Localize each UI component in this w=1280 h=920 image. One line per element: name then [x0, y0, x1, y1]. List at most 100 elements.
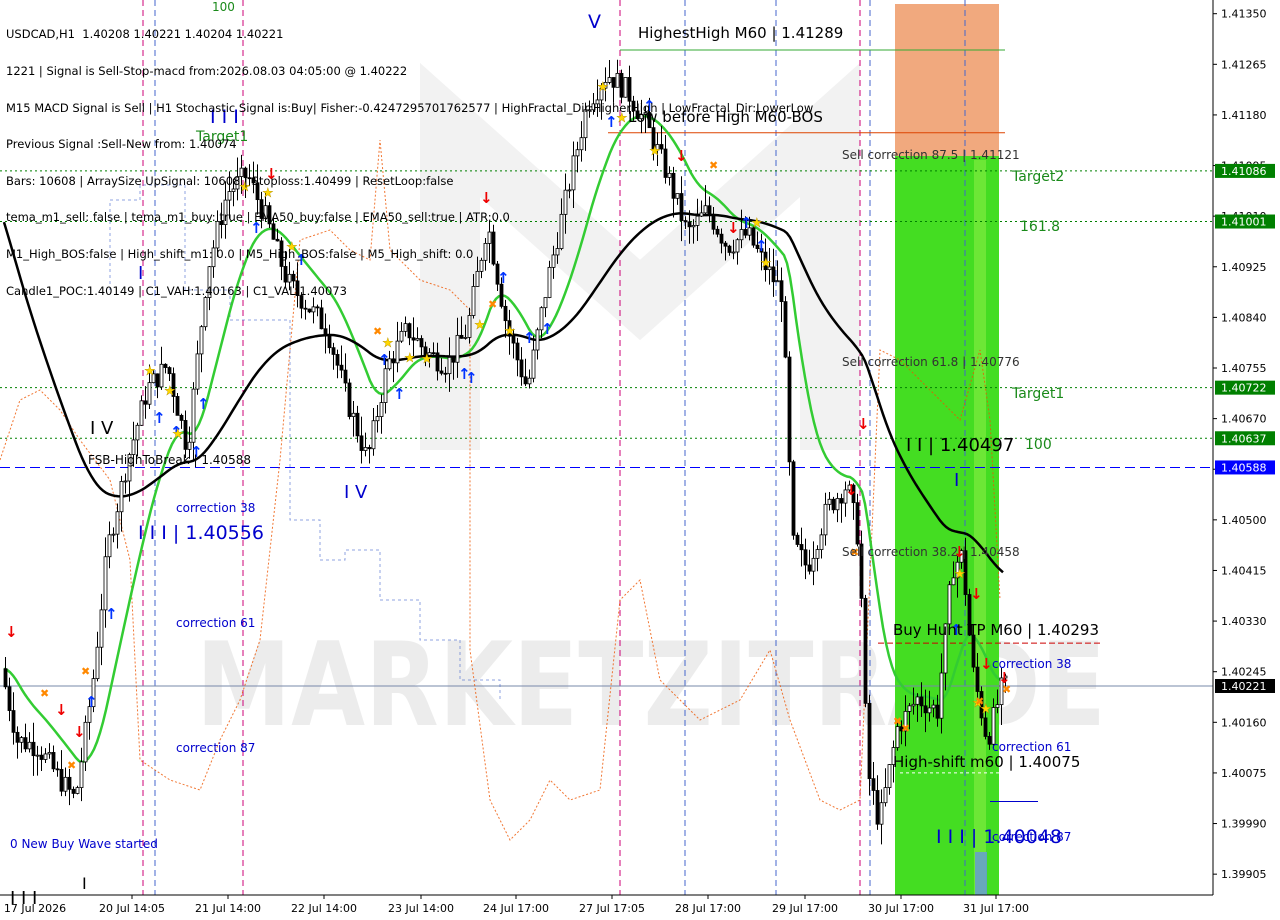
buy-arrow-icon: ↑	[523, 329, 536, 347]
candle-body	[7, 686, 12, 711]
candle-body	[823, 503, 828, 536]
chart-annotation: 161.8	[1020, 219, 1060, 235]
cross-signal-icon: ✖	[975, 695, 984, 708]
candle-body	[3, 668, 8, 688]
time-tick-label: 24 Jul 17:00	[483, 902, 549, 915]
candle-body	[467, 315, 472, 338]
candle-body	[367, 447, 372, 450]
star-signal-icon: ★	[421, 352, 433, 367]
time-tick-label: 31 Jul 17:00	[963, 902, 1029, 915]
chart-annotation: Sell correction 87.5 | 1.41121	[842, 148, 1020, 162]
chart-annotation: Buy Hunt TP M60 | 1.40293	[893, 621, 1099, 639]
price-level-label: 1.41001	[1221, 216, 1267, 229]
candle-body	[883, 787, 888, 804]
info-line: USDCAD,H1 1.40208 1.40221 1.40204 1.4022…	[6, 27, 284, 42]
candle-body	[895, 726, 900, 748]
candle-body	[47, 752, 52, 755]
candle-body	[523, 376, 528, 385]
candle-body	[159, 363, 164, 388]
candle-body	[787, 356, 792, 463]
candle-body	[195, 353, 200, 390]
candle-body	[919, 696, 924, 707]
chart-annotation: Sell correction 38.2 | 1.40458	[842, 545, 1020, 559]
candle-body	[815, 549, 820, 559]
sell-arrow-icon: ↓	[857, 415, 870, 433]
info-line: Previous Signal :Sell-New from: 1.40074	[6, 137, 237, 152]
candle-body	[139, 400, 144, 426]
chart-annotation: correction 38	[992, 657, 1071, 671]
price-tick-label: 1.40075	[1221, 767, 1267, 780]
candle-body	[867, 702, 872, 780]
cross-signal-icon: ✖	[81, 665, 90, 678]
candle-body	[455, 334, 460, 363]
time-tick-label: 22 Jul 14:00	[291, 902, 357, 915]
candle-body	[907, 705, 912, 712]
sell-arrow-icon: ↓	[5, 623, 18, 641]
chart-annotation: I I I | 1.40556	[138, 522, 264, 544]
chart-annotation: correction 38	[176, 501, 255, 515]
candle-body	[995, 704, 1000, 708]
chart-annotation: I I | 1.40497	[906, 435, 1014, 456]
candle-body	[887, 764, 892, 788]
candle-body	[395, 340, 400, 364]
time-tick-label: 29 Jul 17:00	[772, 902, 838, 915]
candle-body	[391, 358, 396, 364]
price-tick-label: 1.40245	[1221, 666, 1267, 679]
candle-body	[923, 705, 928, 714]
candle-body	[179, 414, 184, 421]
candle-body	[27, 741, 32, 750]
candle-body	[67, 776, 72, 790]
candle-body	[515, 342, 520, 361]
candle-body	[95, 646, 100, 680]
candle-body	[99, 609, 104, 648]
info-line: Bars: 10608 | ArraySize UpSignal: 10608 …	[6, 173, 454, 188]
candle-body	[163, 363, 168, 368]
candle-body	[819, 534, 824, 550]
candle-body	[527, 377, 532, 385]
candle-body	[31, 741, 36, 757]
candle-body	[39, 754, 44, 760]
chart-annotation: I V	[90, 418, 114, 439]
star-signal-icon: ★	[164, 384, 176, 399]
time-tick-label: 28 Jul 17:00	[675, 902, 741, 915]
candle-body	[107, 534, 112, 558]
cross-signal-icon: ✖	[901, 722, 910, 735]
candle-body	[355, 412, 360, 437]
sell-arrow-icon: ↓	[73, 723, 86, 741]
candle-body	[463, 337, 468, 339]
star-signal-icon: ★	[404, 351, 416, 366]
candle-body	[871, 778, 876, 791]
candle-body	[915, 696, 920, 705]
price-tick-label: 1.40840	[1221, 311, 1267, 324]
star-signal-icon: ★	[954, 567, 966, 582]
candle-body	[803, 549, 808, 566]
price-tick-label: 1.39905	[1221, 868, 1267, 881]
candle-body	[147, 382, 152, 405]
chart-annotation: I	[954, 470, 959, 491]
candle-body	[79, 761, 84, 788]
candle-body	[59, 769, 64, 792]
candle-body	[407, 323, 412, 339]
sell-arrow-icon: ↓	[980, 655, 993, 673]
candle-body	[795, 534, 800, 545]
candle-body	[103, 556, 108, 611]
buy-arrow-icon: ↑	[105, 605, 118, 623]
chart-annotation: correction 61	[176, 616, 255, 630]
candle-body	[791, 461, 796, 536]
candle-body	[403, 323, 408, 332]
candle-body	[183, 420, 188, 450]
candle-body	[399, 330, 404, 342]
candle-body	[935, 704, 940, 719]
candle-body	[863, 597, 868, 704]
buy-arrow-icon: ↑	[197, 395, 210, 413]
candle-body	[971, 634, 976, 668]
chart-annotation: Sell correction 61.8 | 1.40776	[842, 355, 1020, 369]
candle-body	[323, 328, 328, 337]
price-tick-label: 1.40755	[1221, 362, 1267, 375]
star-signal-icon: ★	[382, 336, 394, 351]
candle-body	[43, 753, 48, 760]
candle-body	[115, 511, 120, 535]
cross-signal-icon: ✖	[67, 759, 76, 772]
chart-annotation: correction 87	[992, 830, 1071, 844]
candle-body	[343, 369, 348, 384]
